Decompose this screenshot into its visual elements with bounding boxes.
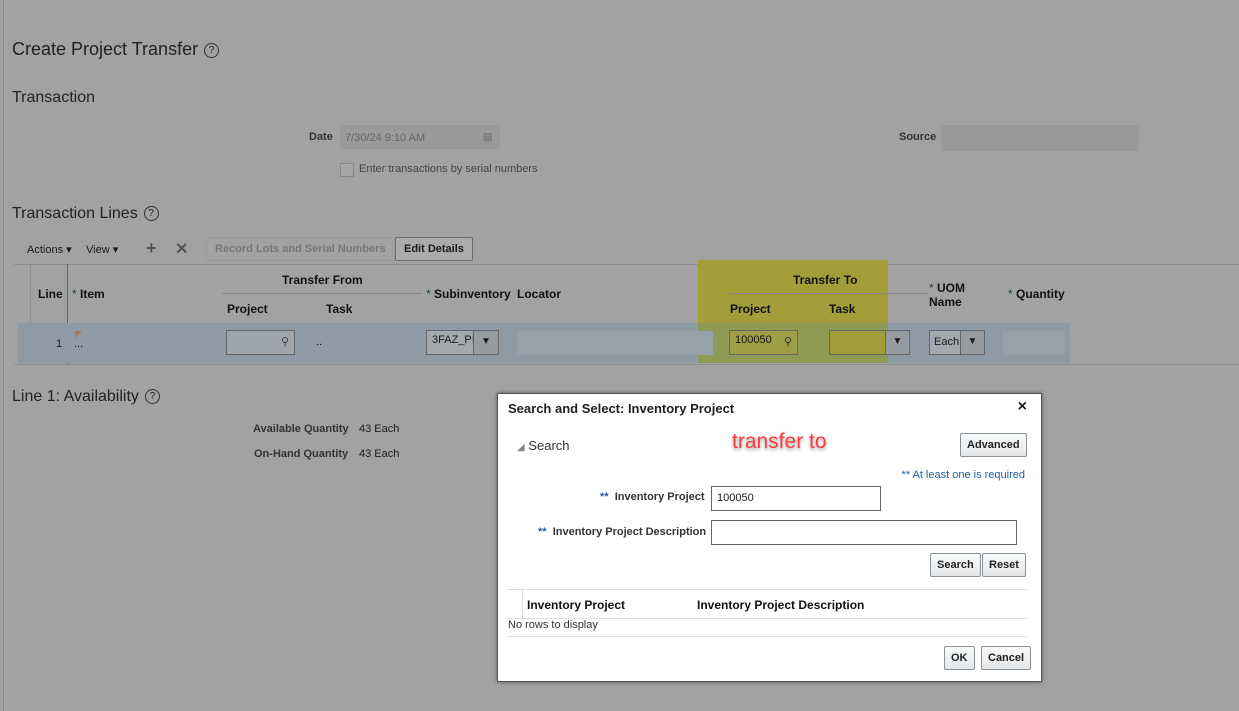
help-icon[interactable]: ? [144,389,160,405]
uom-select[interactable]: Each [929,330,961,355]
close-icon[interactable]: × [1018,398,1027,416]
col-to-project: Project [730,302,771,316]
annotation-text: transfer to [732,430,827,453]
to-task-select[interactable] [829,330,886,355]
calendar-icon[interactable]: ▦ [483,130,493,143]
cancel-button[interactable]: Cancel [981,646,1032,670]
row-line: 1 [56,338,63,350]
source-field[interactable] [941,125,1139,151]
uom-dropdown-icon[interactable]: ▼ [960,330,985,355]
empty-message: No rows to display [508,619,598,631]
availability-heading: Line 1: Availability? [12,388,160,406]
col-from-project: Project [227,302,268,316]
col-to-task: Task [829,302,856,316]
col-subinventory: * Subinventory [426,287,511,301]
col-from-task: Task [326,302,353,316]
inventory-project-input[interactable]: 100050 [711,486,881,511]
required-note: ** At least one is required [901,469,1025,481]
quantity-input[interactable] [1003,331,1065,355]
search-select-dialog: Search and Select: Inventory Project × ◢… [497,393,1042,682]
col-item: * Item [72,287,105,301]
col-transfer-to: Transfer To [793,273,858,287]
col-inventory-project: Inventory Project [527,598,626,612]
to-project-input[interactable]: 100050 ⚲ [729,330,798,355]
col-inventory-description: Inventory Project Description [697,598,865,612]
transaction-heading: Transaction [12,89,95,106]
subinventory-dropdown-icon[interactable]: ▼ [473,330,499,355]
onhand-value: 43 Each [359,448,400,460]
page-title: Create Project Transfer? [12,39,220,60]
delete-icon[interactable]: ✕ [175,239,188,259]
ok-button[interactable]: OK [944,646,975,670]
help-icon[interactable]: ? [204,42,220,58]
available-value: 43 Each [359,423,400,435]
edit-details-button[interactable]: Edit Details [395,237,473,261]
advanced-button[interactable]: Advanced [960,433,1027,457]
lines-heading: Transaction Lines? [12,205,159,223]
error-flag-icon [75,331,82,338]
col-locator: Locator [517,287,562,301]
source-label: Source [899,131,937,143]
date-field[interactable]: 7/30/24 9:10 AM ▦ [340,125,500,149]
search-button[interactable]: Search [930,553,981,577]
serial-checkbox[interactable] [340,163,354,177]
project-description-input[interactable] [711,520,1017,545]
row-from-task: .. [316,336,323,348]
date-label: Date [309,131,333,143]
add-icon[interactable]: + [146,238,157,259]
from-project-input[interactable]: ⚲ [226,330,295,355]
help-icon[interactable]: ? [143,206,159,222]
search-icon[interactable]: ⚲ [281,335,289,348]
col-uom: * UOM Name [929,281,966,309]
subinventory-select[interactable]: 3FAZ_PI [426,330,475,355]
view-menu[interactable]: View ▾ [86,243,118,256]
row-item[interactable]: ... [74,338,83,350]
col-line: Line [38,287,63,301]
onhand-label: On-Hand Quantity [254,448,349,460]
serial-checkbox-label: Enter transactions by serial numbers [359,163,538,175]
project-label: Inventory Project [614,491,705,503]
collapse-triangle-icon: ◢ [517,442,525,453]
col-transfer-from: Transfer From [282,273,363,287]
available-label: Available Quantity [253,423,349,435]
to-task-dropdown-icon[interactable]: ▼ [885,330,910,355]
record-lots-button[interactable]: Record Lots and Serial Numbers [206,237,395,261]
reset-button[interactable]: Reset [982,553,1026,577]
search-section-toggle[interactable]: ◢ Search [517,438,570,453]
locator-input[interactable] [517,331,713,355]
search-icon[interactable]: ⚲ [784,335,792,348]
col-quantity: * Quantity [1008,287,1065,301]
desc-label: Inventory Project Description [552,526,707,538]
actions-menu[interactable]: Actions ▾ [27,243,72,256]
dialog-title: Search and Select: Inventory Project [508,401,735,416]
